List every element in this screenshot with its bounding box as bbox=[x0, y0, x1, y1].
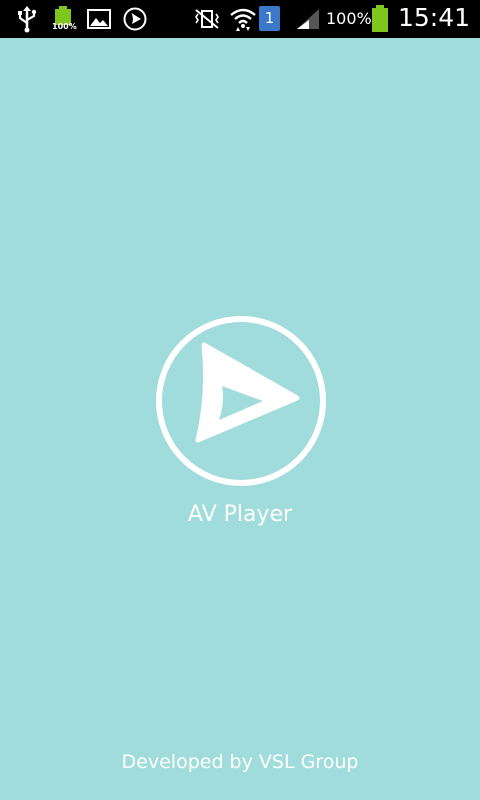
battery-small-label: 100% bbox=[52, 22, 77, 31]
battery-100-icon bbox=[50, 0, 76, 38]
clock: 15:41 bbox=[398, 3, 471, 32]
status-bar: 100% 1 100% 15:41 bbox=[0, 0, 480, 38]
battery-percent: 100% bbox=[326, 9, 372, 28]
wifi-icon bbox=[228, 0, 258, 38]
av-player-notification-icon bbox=[121, 0, 149, 38]
mute-icon bbox=[192, 0, 222, 38]
app-name: AV Player bbox=[187, 502, 293, 527]
battery-icon bbox=[369, 0, 391, 38]
image-icon bbox=[86, 0, 112, 38]
splash-screen: 100% 1 100% 15:41 AV Player Developed by… bbox=[0, 0, 480, 800]
sim-icon: 1 bbox=[259, 6, 280, 31]
usb-icon bbox=[14, 0, 40, 38]
developer-credit: Developed by VSL Group bbox=[121, 751, 359, 773]
play-logo-icon bbox=[156, 316, 326, 486]
signal-icon bbox=[294, 0, 322, 38]
